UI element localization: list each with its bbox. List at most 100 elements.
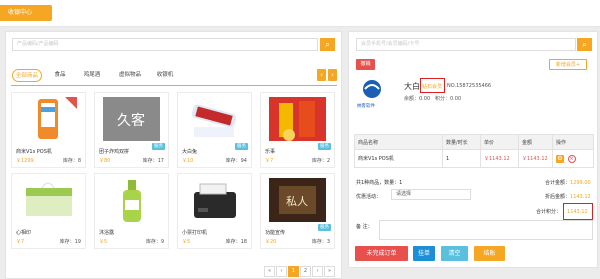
product-stock: 库存：8 (62, 158, 81, 164)
product-price: ￥10 (182, 158, 194, 164)
col-qty: 数量/时长 (442, 134, 481, 150)
product-card[interactable]: 私人 服务 功能宣传 ￥20 库存：3 (260, 173, 335, 249)
product-price: ￥80 (99, 158, 111, 164)
discount-label: 折后金额： (545, 194, 571, 200)
member-level-highlight (420, 78, 445, 93)
product-stock: 库存：18 (225, 239, 247, 245)
discount-value: 1143.12 (570, 194, 591, 200)
product-name: 团子炸鸡双拼 (99, 149, 130, 155)
svg-text:私人: 私人 (286, 195, 308, 208)
product-image-chips (269, 97, 326, 141)
total-label: 合计金额： (545, 180, 571, 186)
product-card[interactable]: 沐浴露 ￥5 库存：9 (94, 173, 169, 249)
product-stock: 库存：94 (225, 158, 247, 164)
chevron-left-icon: ‹ (320, 71, 323, 79)
search-icon: ⌕ (325, 40, 330, 49)
product-stock: 库存：3 (311, 239, 330, 245)
product-price: ￥1299 (16, 158, 34, 164)
col-actions: 操作 (552, 134, 594, 150)
table-row: 商米V1s POS机 1 ￥1143.12 ￥1143.12 ⚙ × (354, 149, 594, 168)
product-price: ￥20 (265, 239, 277, 245)
tab-virtual[interactable]: 虚拟物品 (115, 69, 145, 82)
pager-page-1[interactable]: 1 (288, 266, 299, 277)
product-price: ￥5 (182, 239, 191, 245)
service-badge: 服务 (318, 224, 331, 231)
tabs-prev-button[interactable]: ‹ (317, 69, 326, 81)
product-image-promo: 私人 (269, 178, 326, 222)
tab-all[interactable]: 全部商品 (12, 69, 42, 82)
product-name: 小票打印机 (182, 230, 208, 236)
cart-item-price: ￥1143.12 (480, 149, 519, 168)
product-image-pos (38, 97, 77, 139)
col-amount: 金额 (518, 134, 553, 150)
remove-icon[interactable]: × (567, 154, 576, 163)
pending-orders-button[interactable]: 未完成订单 (355, 246, 408, 261)
clear-member-button[interactable]: 撤销 (356, 59, 375, 70)
member-balance: 余额：0.00 (404, 96, 431, 102)
tab-cash-register[interactable]: 收银机 (153, 69, 177, 82)
cart-table: 商品名称 数量/时长 单价 金额 操作 商米V1s POS机 1 ￥1143.1… (354, 134, 594, 168)
remark-input[interactable] (379, 220, 593, 240)
product-search-button[interactable]: ⌕ (320, 38, 335, 51)
product-name: 商米V1s POS机 (16, 149, 52, 155)
gear-icon[interactable]: ⚙ (556, 154, 564, 163)
points-highlight (563, 203, 593, 220)
product-image-tissue (26, 182, 72, 216)
brand-logo-icon (363, 80, 381, 98)
member-number: NO.15872535466 (447, 83, 492, 89)
service-badge: 服务 (152, 143, 165, 150)
page-title: 收银中心 (0, 5, 52, 21)
product-card[interactable]: 小票打印机 ￥5 库存：18 (177, 173, 252, 249)
product-card[interactable]: 久客 服务 团子炸鸡双拼 ￥80 库存：17 (94, 92, 169, 168)
pager-first[interactable]: « (264, 266, 275, 277)
checkout-button[interactable]: 结账 (474, 246, 505, 261)
tab-food[interactable]: 食品 (50, 69, 70, 82)
col-price: 单价 (480, 134, 519, 150)
product-name: 功能宣传 (265, 230, 286, 236)
member-search-button[interactable]: ⌕ (577, 38, 592, 51)
product-price: ￥7 (265, 158, 274, 164)
new-member-label: 新增会员 (555, 62, 576, 68)
pager-next[interactable]: › (312, 266, 323, 277)
hang-order-button[interactable]: 挂单 (413, 246, 435, 261)
svg-text:久客: 久客 (117, 112, 145, 129)
member-search-input[interactable]: 会员手机号/会员编码/卡号 (356, 38, 576, 51)
pager-prev[interactable]: ‹ (276, 266, 287, 277)
pager-page-2[interactable]: 2 (300, 266, 311, 277)
new-member-button[interactable]: 新增会员+ (549, 59, 587, 70)
product-card[interactable]: 心相印 ￥7 库存：19 (11, 173, 86, 249)
products-panel: 产品编码/产品编码 ⌕ 全部商品 食品 鸡尾酒 虚拟物品 收银机 ‹ › 商米V… (5, 31, 342, 279)
cart-item-qty[interactable]: 1 (442, 149, 481, 168)
product-price: ￥7 (16, 239, 25, 245)
product-name: 大白兔 (182, 149, 198, 155)
pager-last[interactable]: » (324, 266, 335, 277)
product-price: ￥5 (99, 239, 108, 245)
promo-select[interactable]: 请选择 (391, 189, 471, 200)
promo-label: 优惠活动： (356, 194, 382, 200)
remark-label: 备 注： (356, 224, 373, 230)
product-name: 乐事 (265, 149, 276, 155)
cart-item-name: 商米V1s POS机 (354, 149, 443, 168)
chevron-right-icon: › (331, 71, 334, 79)
cart-header-row: 商品名称 数量/时长 单价 金额 操作 (354, 134, 594, 150)
plus-icon: + (575, 62, 581, 68)
product-card[interactable]: 商米V1s POS机 ￥1299 库存：8 (11, 92, 86, 168)
product-card[interactable]: 服务 乐事 ￥7 库存：2 (260, 92, 335, 168)
item-count: 共1种商品，数量：1 (356, 180, 403, 186)
tabs-next-button[interactable]: › (328, 69, 337, 81)
product-card[interactable]: 服务 大白兔 ￥10 库存：94 (177, 92, 252, 168)
product-image-printer (194, 183, 236, 218)
order-panel: 会员手机号/会员编码/卡号 ⌕ 撤销 新增会员+ 纳客软件 大白 钻石会员 NO… (348, 31, 598, 268)
clear-cart-button[interactable]: 清空 (441, 246, 468, 261)
discount-amount: 折后金额：1143.12 (545, 193, 591, 200)
total-value: 1299.00 (570, 180, 591, 186)
service-badge: 服务 (235, 143, 248, 150)
product-image-shower-gel (123, 180, 141, 222)
total-amount: 合计金额：1299.00 (545, 179, 591, 186)
product-name: 心相印 (16, 230, 32, 236)
member-name: 大白 (404, 82, 420, 91)
tab-cocktail[interactable]: 鸡尾酒 (80, 69, 104, 82)
product-search-input[interactable]: 产品编码/产品编码 (12, 38, 318, 51)
search-icon: ⌕ (582, 40, 587, 49)
product-stock: 库存：9 (145, 239, 164, 245)
